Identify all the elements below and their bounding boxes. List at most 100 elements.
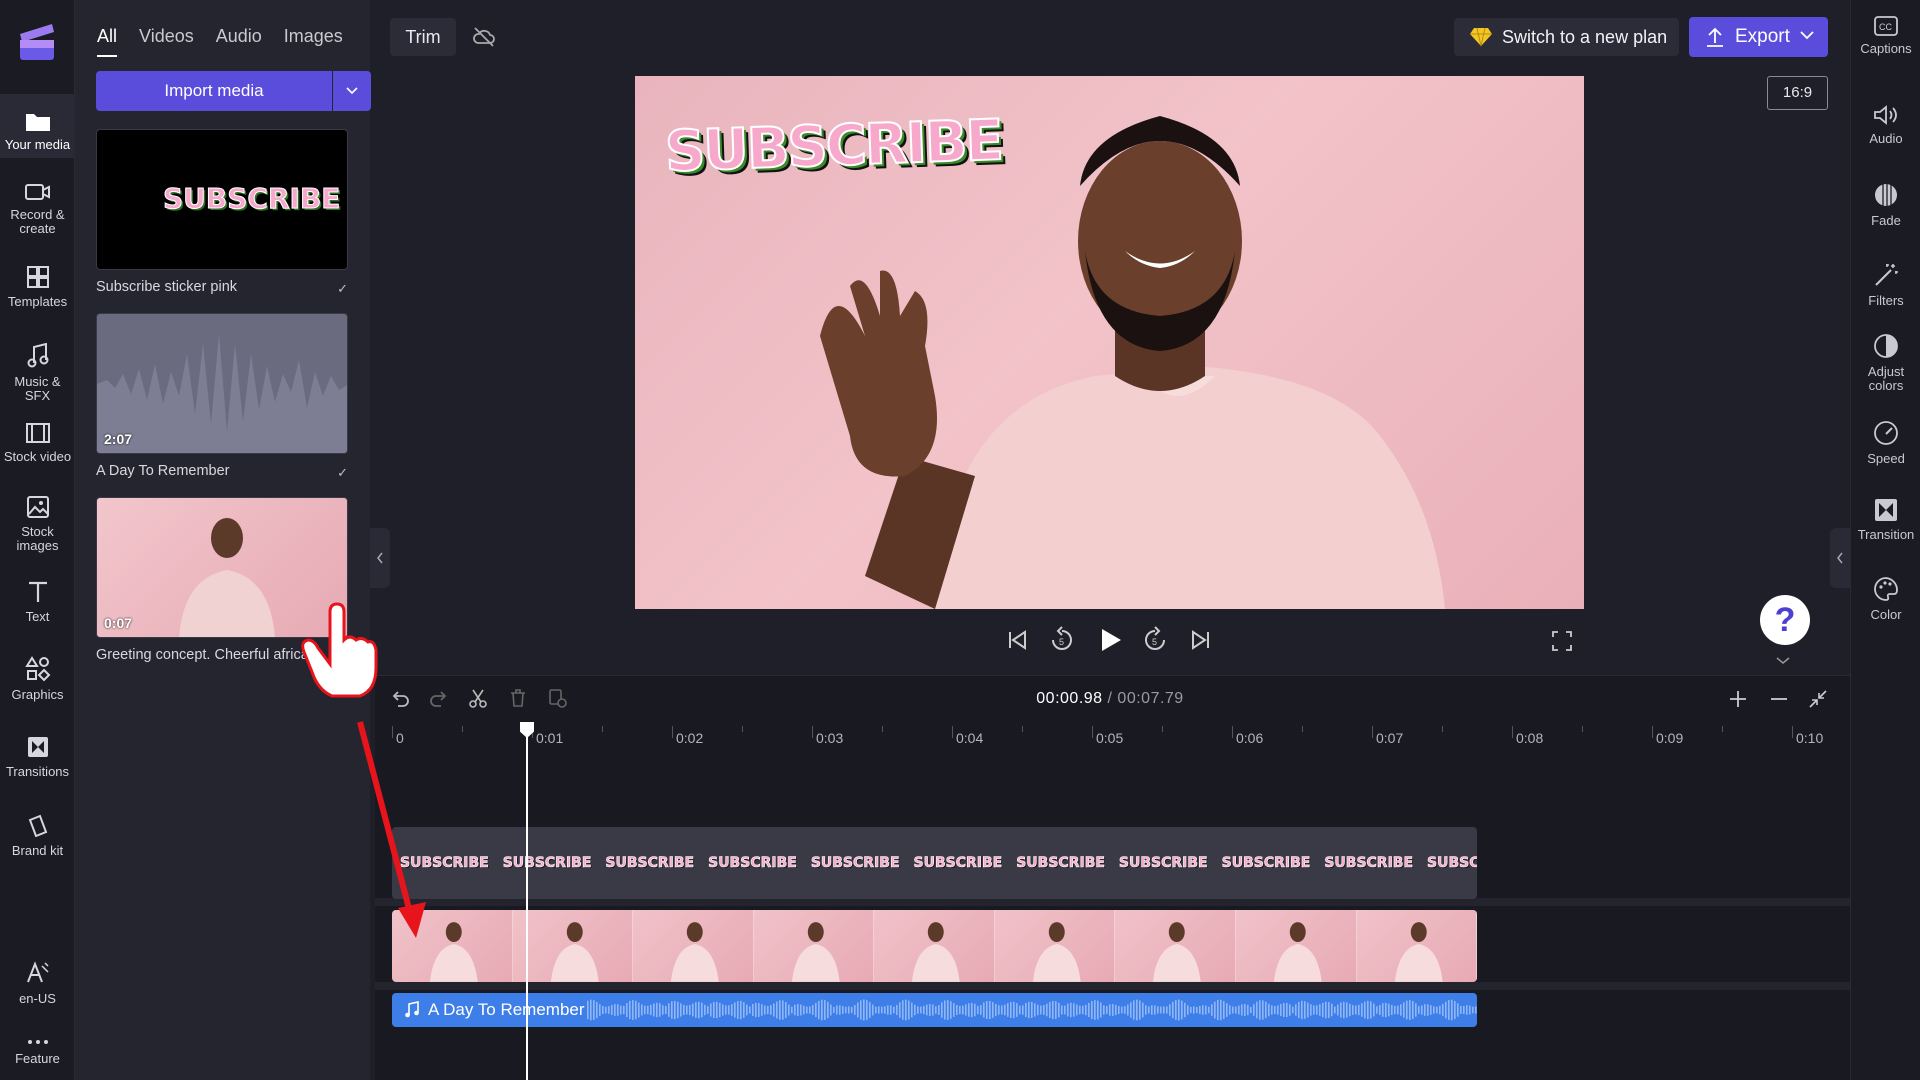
waveform-bar [1385,1002,1387,1018]
app-logo-icon[interactable] [16,20,58,64]
waveform-bar [1181,1000,1183,1020]
media-item-subscribe-sticker[interactable]: SUBSCRIBE Subscribe sticker pink ✓ [96,129,348,296]
duplicate-icon[interactable] [548,688,568,708]
waveform-bar [662,1005,664,1015]
rail-speed[interactable]: Speed [1851,420,1920,466]
playhead[interactable] [526,722,528,1080]
video-clip[interactable] [392,910,1477,982]
waveform-bar [812,1005,814,1015]
waveform-bar [1466,1005,1468,1015]
rail-filters[interactable]: Filters [1851,262,1920,308]
sticker-clip[interactable]: SUBSCRIBE SUBSCRIBE SUBSCRIBE SUBSCRIBE SUBS… [392,827,1477,899]
zoom-in-icon[interactable] [1728,689,1748,709]
waveform-bar [953,1003,955,1017]
rail-color[interactable]: Color [1851,576,1920,622]
waveform-bar [1169,1004,1171,1016]
nav-language[interactable]: en-US [0,960,75,1006]
waveform-bar [653,1003,655,1017]
waveform-bar [737,1001,739,1019]
redo-icon[interactable] [429,688,449,708]
import-media-button[interactable]: Import media [96,71,332,111]
waveform-bar [1265,1001,1267,1019]
audio-clip-label: A Day To Remember [428,1000,585,1019]
timeline-ruler[interactable]: 0 0:01 0:02 0:03 0:04 0:05 0:06 0:07 0:08 0:09 0:1… [390,722,1850,752]
nav-templates[interactable]: Templates [0,265,75,309]
waveform-bar [974,1003,976,1017]
waveform-bar [908,1000,910,1020]
nav-stock-images[interactable]: Stock images [0,495,75,553]
waveform-bar [1475,1006,1477,1014]
rail-audio[interactable]: Audio [1851,104,1920,146]
nav-feature[interactable]: Feature [0,1038,75,1066]
waveform-bar [1016,1003,1018,1017]
speaker-icon [1874,105,1897,125]
rewind-5-icon[interactable]: 5 [1050,626,1074,654]
waveform-bar [1352,1005,1354,1015]
waveform-bar [791,1006,793,1014]
audio-clip[interactable]: A Day To Remember [392,993,1477,1027]
chevron-down-icon[interactable] [1776,657,1790,665]
cloud-off-icon[interactable] [472,26,496,48]
import-options-dropdown[interactable] [333,71,371,111]
waveform-bar [1286,1002,1288,1018]
waveform-bar [842,1006,844,1014]
waveform-bar [740,1000,742,1020]
media-item-greeting-concept[interactable]: 0:07 Greeting concept. Cheerful african [96,497,348,663]
play-icon[interactable] [1098,626,1124,654]
rail-transition[interactable]: Transition [1851,498,1920,542]
skip-to-start-icon[interactable] [1007,626,1029,654]
waveform-bar [968,1003,970,1017]
nav-graphics[interactable]: Graphics [0,656,75,702]
fullscreen-icon[interactable] [1552,631,1572,651]
scissors-icon[interactable] [468,688,488,708]
waveform-bar [959,1005,961,1015]
fit-timeline-icon[interactable] [1808,689,1828,709]
tab-all[interactable]: All [97,26,118,57]
nav-record-create[interactable]: Record & create [0,182,75,236]
collapse-media-panel-button[interactable] [370,528,390,588]
waveform-bar [1394,1005,1396,1015]
ruler-tick [462,726,463,732]
collapse-properties-panel-button[interactable] [1830,528,1850,588]
waveform-bar [950,1001,952,1019]
rail-adjust-colors[interactable]: Adjust colors [1851,333,1920,393]
current-time: 00:00.98 [1036,690,1103,707]
delete-icon[interactable] [508,688,528,708]
nav-brand-kit[interactable]: Brand kit [0,814,75,858]
nav-music-sfx[interactable]: Music & SFX [0,343,75,403]
waveform-bar [1196,1006,1198,1014]
waveform-bar [1292,1006,1294,1014]
waveform-bar [1364,1001,1366,1019]
tab-videos[interactable]: Videos [139,26,194,57]
nav-label: Transitions [5,764,70,779]
sticker-clip-frame: SUBSCRIBE [1324,855,1414,872]
export-button[interactable]: Export [1689,17,1828,57]
waveform-bar [683,1004,685,1016]
aspect-ratio-button[interactable]: 16:9 [1767,76,1828,110]
waveform-bar [1130,1002,1132,1018]
waveform-bar [1223,1001,1225,1019]
nav-your-media[interactable]: Your media [0,94,75,158]
rail-captions[interactable]: CC Captions [1851,16,1920,56]
tab-images[interactable]: Images [284,26,343,57]
skip-to-end-icon[interactable] [1189,626,1211,654]
nav-transitions[interactable]: Transitions [0,735,75,779]
switch-plan-button[interactable]: Switch to a new plan [1454,18,1679,56]
rail-fade[interactable]: Fade [1851,182,1920,228]
waveform-bar [1202,1005,1204,1015]
zoom-out-icon[interactable] [1769,689,1789,709]
subscribe-sticker-overlay[interactable]: SUBSCRIBE [663,107,1004,186]
tab-audio[interactable]: Audio [216,26,262,57]
video-preview[interactable]: SUBSCRIBE [635,76,1584,609]
help-button[interactable]: ? [1760,595,1810,645]
waveform-bar [1337,1004,1339,1016]
waveform-bar [1436,1006,1438,1014]
forward-5-icon[interactable]: 5 [1143,626,1167,654]
nav-stock-video[interactable]: Stock video [0,422,75,464]
trim-button[interactable]: Trim [390,18,456,56]
sticker-clip-frame: SUBSCRIBE [1118,855,1208,872]
media-item-a-day-to-remember[interactable]: 2:07 A Day To Remember ✓ [96,313,348,480]
nav-text[interactable]: Text [0,580,75,624]
undo-icon[interactable] [390,688,410,708]
added-check-icon: ✓ [337,465,348,480]
